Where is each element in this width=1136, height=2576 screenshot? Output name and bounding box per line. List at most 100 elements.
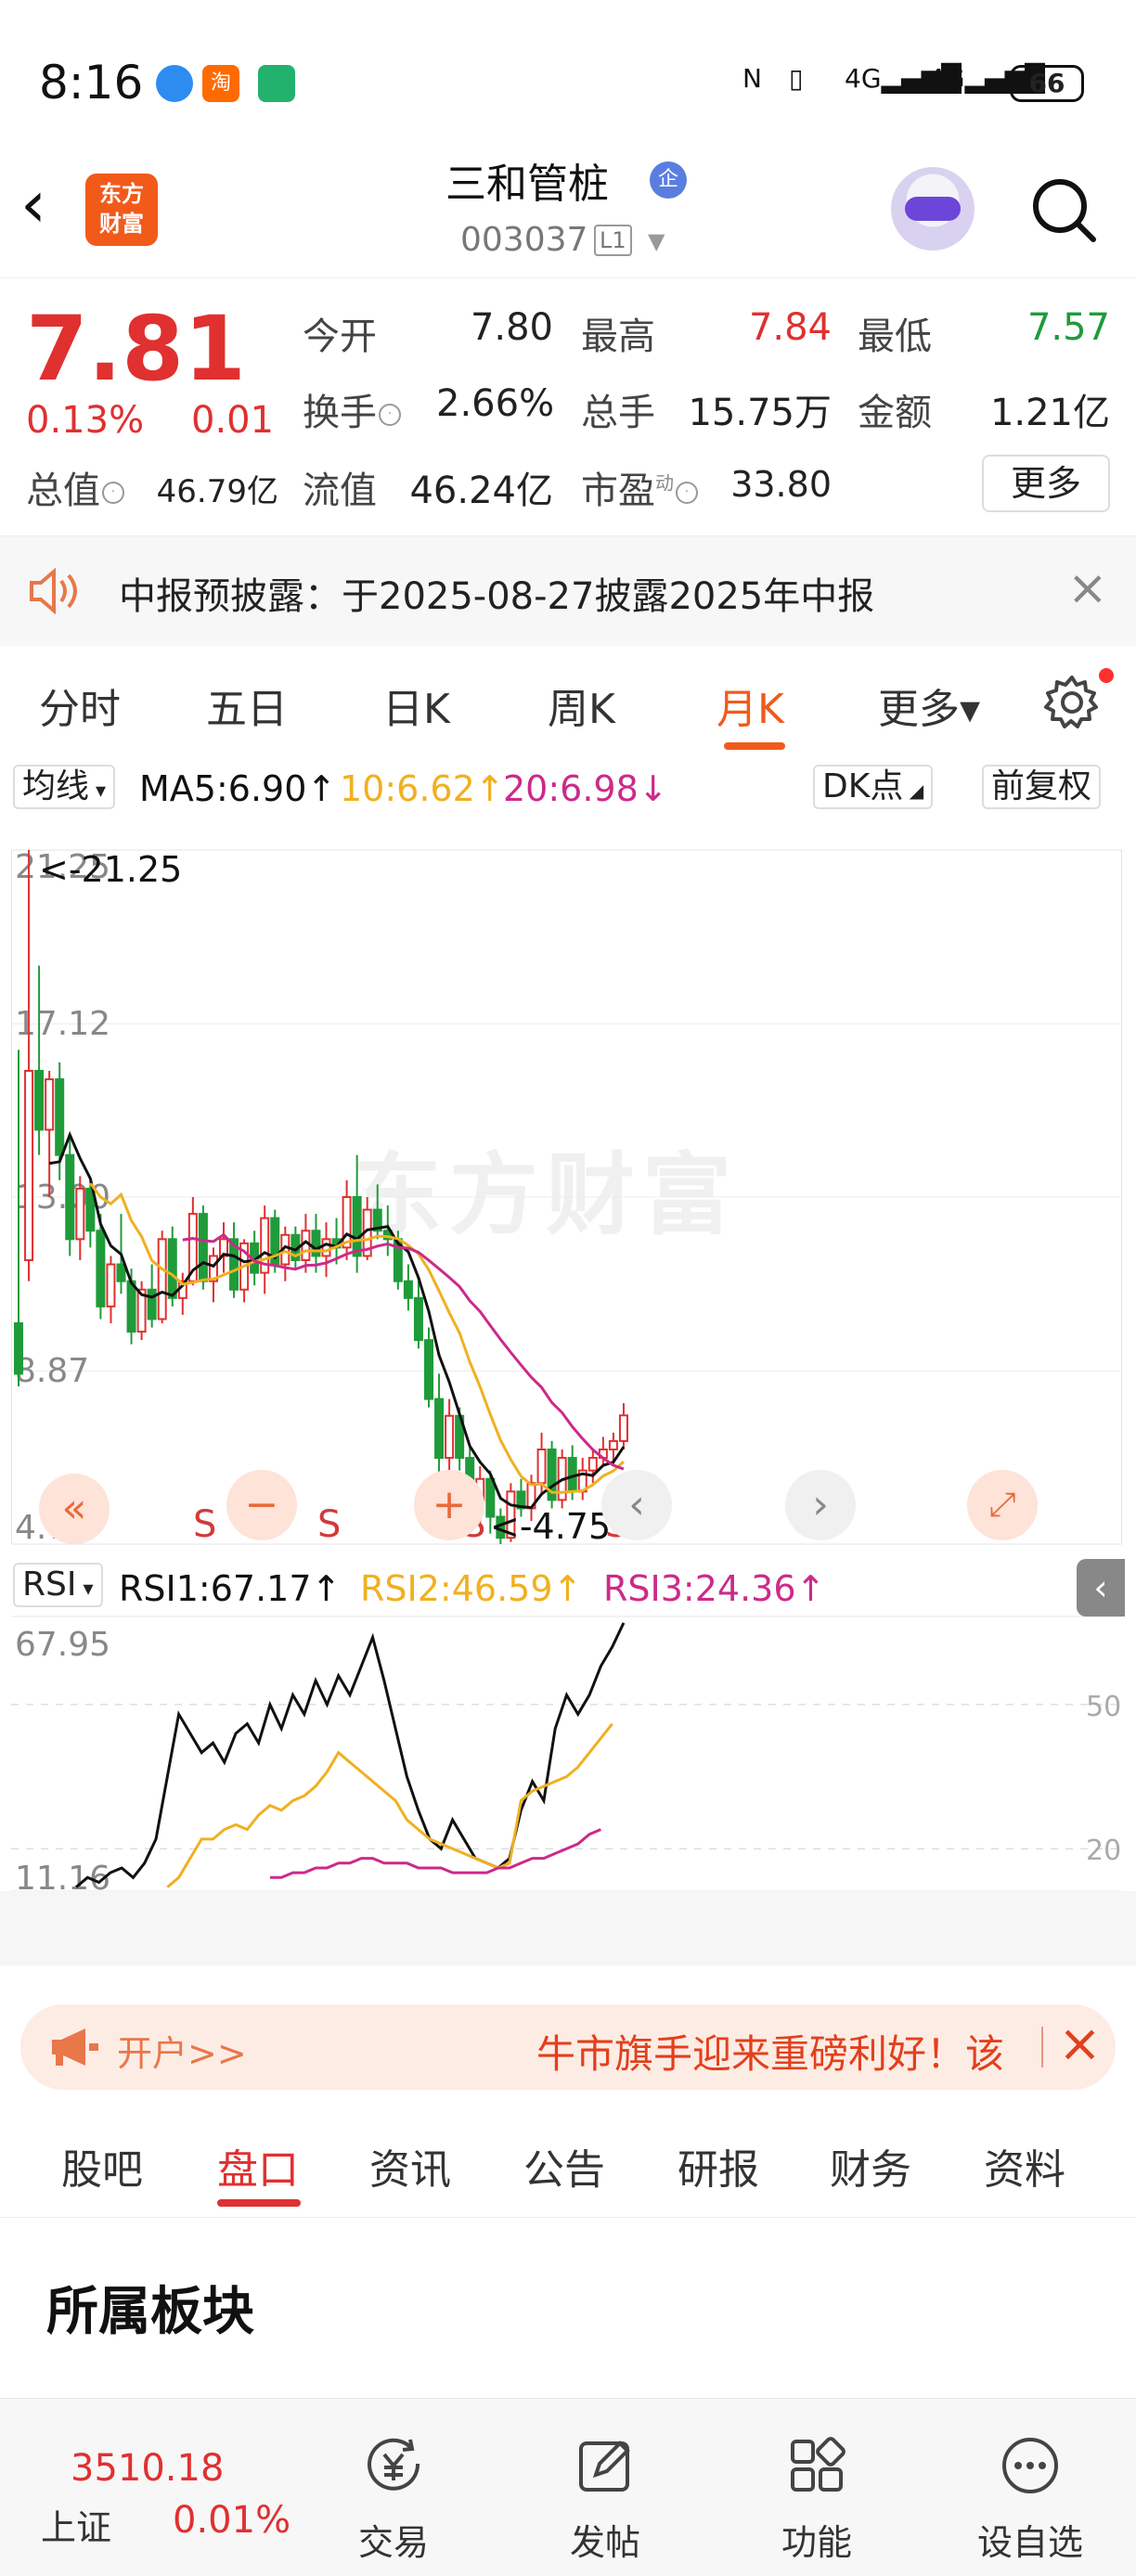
close-icon[interactable]: × bbox=[1058, 2014, 1102, 2074]
candle-down bbox=[413, 1296, 423, 1342]
side-panel-toggle-icon[interactable]: ‹ bbox=[1077, 1559, 1125, 1616]
tab-announcements[interactable]: 公告 bbox=[523, 2136, 605, 2196]
tab-financials[interactable]: 财务 bbox=[830, 2136, 911, 2196]
candle-up bbox=[321, 1238, 331, 1257]
high-value: 7.84 bbox=[748, 306, 832, 349]
turnover-label-text: 换手 bbox=[303, 392, 377, 434]
tab-research[interactable]: 研报 bbox=[678, 2136, 759, 2196]
low-value: 7.57 bbox=[1026, 306, 1110, 349]
notice-bar[interactable]: 中报预披露：于2025-08-27披露2025年中报 × bbox=[0, 536, 1136, 646]
status-bar: 8:16 淘 N ▯ 4G▂▄▆█ 4G▂▄▆█ 66 bbox=[0, 0, 1136, 139]
stock-code[interactable]: 003037 bbox=[460, 221, 587, 259]
amount-value: 1.21亿 bbox=[989, 392, 1110, 434]
index-percent[interactable]: 0.01% bbox=[173, 2499, 290, 2542]
candle-down bbox=[147, 1288, 157, 1320]
candle-down bbox=[167, 1238, 177, 1299]
candle-down bbox=[352, 1196, 362, 1257]
info-icon: · bbox=[676, 482, 698, 504]
change-amount: 0.01 bbox=[191, 399, 275, 442]
change-percent: 0.13% bbox=[26, 399, 145, 442]
last-price: 7.81 bbox=[26, 297, 246, 401]
stock-name: 三和管桩 bbox=[445, 161, 609, 208]
content-tabs: 股吧 盘口 资讯 公告 研报 财务 资料 bbox=[0, 2108, 1136, 2218]
tab-more[interactable]: 更多▾ bbox=[878, 676, 980, 735]
scroll-left-icon[interactable]: ‹ bbox=[601, 1470, 672, 1540]
ma-select[interactable]: 均线 ▾ bbox=[13, 765, 116, 809]
candle-down bbox=[198, 1213, 208, 1282]
gear-icon[interactable] bbox=[1043, 674, 1101, 731]
chevron-down-icon[interactable]: ▼ bbox=[648, 228, 665, 254]
ma5-value: MA5:6.90↑ bbox=[139, 768, 337, 809]
candle-up bbox=[45, 1078, 55, 1131]
candle-down bbox=[96, 1230, 106, 1307]
candle-up bbox=[75, 1187, 85, 1241]
signal-mark: S bbox=[193, 1503, 216, 1546]
candle-down bbox=[34, 1070, 45, 1131]
dk-select[interactable]: DK点 ◢ bbox=[813, 765, 934, 809]
kline-chart[interactable]: 21.2517.1213.008.874.75<-21.25<-4.75SSSS… bbox=[11, 817, 1125, 1986]
min-annotation: <-4.75 bbox=[490, 1506, 611, 1547]
open-account-link[interactable]: 开户>> bbox=[117, 2025, 247, 2076]
mktcap-label[interactable]: 总值 · bbox=[26, 460, 126, 514]
scroll-left-fast-icon[interactable]: « bbox=[39, 1474, 110, 1544]
nav-functions[interactable]: 功能 bbox=[752, 2436, 882, 2565]
fullscreen-icon[interactable]: ⤢ bbox=[967, 1470, 1038, 1540]
scroll-right-icon[interactable]: › bbox=[785, 1470, 856, 1540]
back-button[interactable]: ‹ bbox=[20, 167, 76, 241]
pe-label-text: 市盈 bbox=[581, 470, 655, 512]
speaker-icon bbox=[30, 568, 77, 614]
nfc-icon: N bbox=[742, 63, 762, 94]
tab-forum[interactable]: 股吧 bbox=[61, 2136, 143, 2196]
tab-news[interactable]: 资讯 bbox=[369, 2136, 451, 2196]
max-annotation: <-21.25 bbox=[39, 849, 182, 890]
high-label: 最高 bbox=[581, 316, 655, 358]
battery-icon: 66 bbox=[1010, 65, 1084, 102]
turnover-label[interactable]: 换手 · bbox=[303, 382, 403, 436]
ma-indicator-row: 均线 ▾ MA5:6.90↑ 10:6.62↑ 20:6.98↓ DK点 ◢ 前… bbox=[0, 759, 1136, 815]
nav-trade-label: 交易 bbox=[357, 2522, 429, 2563]
mobile-app-icon bbox=[156, 65, 193, 102]
rsi-select[interactable]: RSI ▾ bbox=[13, 1563, 103, 1607]
level-badge: L1 bbox=[594, 225, 632, 256]
pe-dynamic-sup: 动 bbox=[655, 471, 674, 495]
tab-underline bbox=[724, 742, 785, 750]
adjust-button[interactable]: 前复权 bbox=[982, 765, 1102, 809]
float-label: 流值 bbox=[303, 470, 377, 512]
nav-trade[interactable]: 交易 bbox=[329, 2436, 458, 2565]
tab-five-day[interactable]: 五日 bbox=[206, 676, 288, 735]
ma20-value: 20:6.98↓ bbox=[503, 768, 668, 809]
candle-down bbox=[126, 1280, 136, 1333]
candle-down bbox=[434, 1397, 445, 1460]
taobao-app-icon: 淘 bbox=[202, 65, 239, 102]
nav-watchlist[interactable]: 设自选 bbox=[965, 2436, 1095, 2565]
search-icon[interactable] bbox=[1028, 174, 1099, 245]
tab-underline bbox=[217, 2199, 301, 2207]
tab-monthly-k[interactable]: 月K bbox=[716, 676, 784, 735]
section-title: 所属板块 bbox=[46, 2282, 254, 2342]
open-value: 7.80 bbox=[470, 306, 553, 349]
candle-up bbox=[24, 1070, 34, 1261]
period-tabs: 分时 五日 日K 周K 月K 更多▾ bbox=[0, 646, 1136, 755]
dk-select-label: DK点 bbox=[822, 767, 904, 805]
index-name[interactable]: 上证 bbox=[41, 2499, 111, 2550]
candle-up bbox=[618, 1414, 628, 1442]
close-icon[interactable]: × bbox=[1067, 560, 1108, 616]
ad-text[interactable]: 牛市旗手迎来重磅利好！该 bbox=[536, 2023, 1056, 2080]
tab-weekly-k[interactable]: 周K bbox=[548, 676, 615, 735]
tab-intraday[interactable]: 分时 bbox=[39, 676, 121, 735]
zoom-out-icon[interactable]: − bbox=[226, 1470, 297, 1540]
status-time: 8:16 bbox=[39, 56, 144, 109]
tab-order-book[interactable]: 盘口 bbox=[217, 2136, 299, 2196]
candle-up bbox=[106, 1263, 116, 1307]
pe-label[interactable]: 市盈动 · bbox=[581, 460, 700, 514]
tab-daily-k[interactable]: 日K bbox=[382, 676, 450, 735]
zoom-in-icon[interactable]: + bbox=[414, 1470, 484, 1540]
index-value[interactable]: 3510.18 bbox=[71, 2447, 224, 2490]
vibrate-icon: ▯ bbox=[789, 63, 804, 94]
notification-dot bbox=[1099, 668, 1114, 683]
info-icon: · bbox=[379, 404, 401, 426]
tab-profile[interactable]: 资料 bbox=[984, 2136, 1065, 2196]
ad-banner[interactable]: 开户>> 牛市旗手迎来重磅利好！该 × bbox=[20, 2004, 1116, 2090]
nav-post[interactable]: 发帖 bbox=[540, 2436, 670, 2565]
more-button[interactable]: 更多 bbox=[982, 455, 1110, 512]
